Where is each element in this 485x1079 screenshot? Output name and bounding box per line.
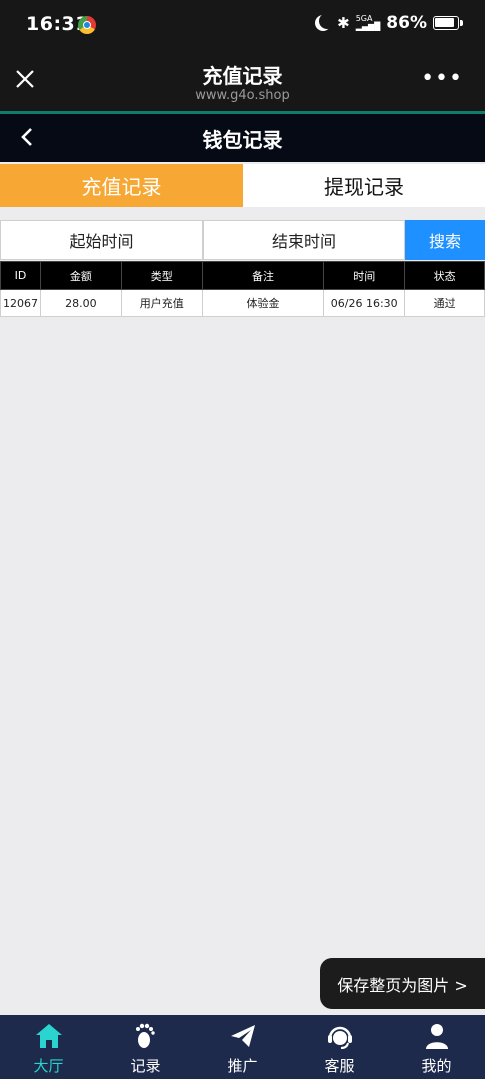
save-page-as-image-button[interactable]: 保存整页为图片 > [320, 958, 485, 1009]
bluetooth-icon: ✱ [337, 14, 350, 32]
status-indicators: ✱ 5GA ▂▄▆█ 86% [315, 13, 463, 33]
browser-header: 充值记录 www.g4o.shop ••• [0, 52, 485, 111]
column-header-remark: 备注 [201, 261, 325, 290]
cell-remark: 体验金 [201, 289, 325, 317]
page-title: 钱包记录 [202, 128, 283, 152]
tab-withdraw-records[interactable]: 提现记录 [243, 164, 485, 207]
bottom-nav: 大厅 记录 推广 客服 我的 [0, 1015, 485, 1079]
column-header-status: 状态 [404, 261, 485, 290]
nav-item-lobby[interactable]: 大厅 [0, 1015, 97, 1079]
nav-item-mine[interactable]: 我的 [388, 1015, 485, 1079]
nav-item-promotion[interactable]: 推广 [194, 1015, 291, 1079]
battery-icon [433, 16, 463, 30]
paper-plane-icon [230, 1025, 255, 1047]
column-header-time: 时间 [323, 261, 406, 290]
battery-percent: 86% [386, 13, 427, 33]
network-label: 5GA [355, 14, 373, 23]
user-icon [425, 1024, 448, 1049]
cell-amount: 28.00 [39, 289, 122, 317]
nav-item-records[interactable]: 记录 [97, 1015, 194, 1079]
column-header-id: ID [0, 261, 41, 290]
search-button[interactable]: 搜索 [405, 220, 485, 260]
nav-label-lobby: 大厅 [33, 1057, 64, 1075]
moon-icon [319, 13, 335, 29]
column-header-type: 类型 [120, 261, 203, 290]
cell-id: 12067 [0, 289, 41, 317]
nav-label-support: 客服 [324, 1057, 355, 1075]
cell-status: 通过 [404, 289, 485, 317]
chrome-icon [78, 16, 96, 34]
footprint-icon [135, 1023, 155, 1048]
home-icon [35, 1024, 62, 1048]
column-header-amount: 金额 [39, 261, 122, 290]
tab-recharge-records[interactable]: 充值记录 [0, 164, 243, 207]
browser-url: www.g4o.shop [195, 88, 290, 103]
app-header: 钱包记录 [0, 114, 485, 162]
nav-label-promotion: 推广 [227, 1057, 258, 1075]
status-bar: 16:31 ✱ 5GA ▂▄▆█ 86% [0, 0, 485, 52]
more-icon[interactable]: ••• [421, 68, 463, 90]
nav-item-support[interactable]: 客服 [291, 1015, 388, 1079]
browser-title: 充值记录 [202, 64, 283, 88]
signal-icon: 5GA ▂▄▆█ [355, 14, 381, 31]
headset-icon [327, 1026, 352, 1049]
cell-type: 用户充值 [120, 289, 203, 317]
table-row: 12067 28.00 用户充值 体验金 06/26 16:30 通过 [0, 289, 485, 317]
nav-label-mine: 我的 [421, 1057, 452, 1075]
nav-label-records: 记录 [130, 1057, 161, 1075]
records-table: ID 金额 类型 备注 时间 状态 12067 28.00 用户充值 体验金 0… [0, 261, 485, 317]
start-time-field[interactable]: 起始时间 [0, 220, 203, 260]
end-time-field[interactable]: 结束时间 [203, 220, 405, 260]
table-header-row: ID 金额 类型 备注 时间 状态 [0, 261, 485, 290]
cell-time: 06/26 16:30 [323, 289, 406, 317]
